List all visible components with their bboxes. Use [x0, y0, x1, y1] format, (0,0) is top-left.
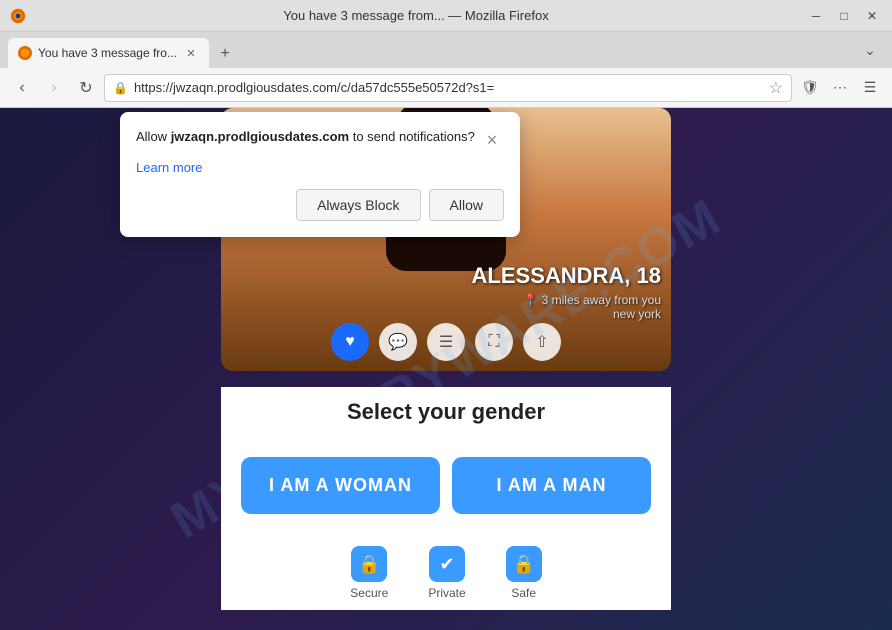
character-location: 📍 3 miles away from younew york — [472, 293, 661, 321]
menu-action-button[interactable]: ☰ — [427, 323, 465, 361]
tab-favicon-icon — [18, 46, 32, 60]
forward-button[interactable]: › — [40, 74, 68, 102]
reload-button[interactable]: ↻ — [72, 74, 100, 102]
maximize-button[interactable]: □ — [832, 4, 856, 28]
popup-domain: jwzaqn.prodlgiousdates.com — [171, 129, 349, 144]
web-content: Allow jwzaqn.prodlgiousdates.com to send… — [0, 108, 892, 630]
tab-title: You have 3 message fro... — [38, 46, 177, 60]
browser-window: You have 3 message from... — Mozilla Fir… — [0, 0, 892, 630]
window-title: You have 3 message from... — Mozilla Fir… — [36, 8, 796, 23]
secure-label: Secure — [350, 586, 388, 600]
safe-icon: 🔒 — [506, 546, 542, 582]
gender-section: Select your gender I AM A WOMAN I AM A M… — [221, 387, 671, 610]
tab-bar-menu-icon[interactable]: ⌄ — [856, 36, 884, 64]
location-pin-icon: 📍 — [523, 293, 538, 307]
bookmark-star-icon[interactable]: ☆ — [769, 78, 783, 98]
heart-action-button[interactable]: ♥ — [331, 323, 369, 361]
safe-label: Safe — [511, 586, 536, 600]
allow-button[interactable]: Allow — [429, 189, 504, 221]
menu-icon[interactable]: ☰ — [856, 74, 884, 102]
popup-title: Allow jwzaqn.prodlgiousdates.com to send… — [136, 128, 475, 146]
url-display: https://jwzaqn.prodlgiousdates.com/c/da5… — [134, 80, 763, 95]
tab-close-button[interactable]: ✕ — [183, 45, 199, 61]
private-label: Private — [428, 586, 465, 600]
always-block-button[interactable]: Always Block — [296, 189, 420, 221]
character-name-overlay: ALESSANDRA, 18 📍 3 miles away from youne… — [472, 263, 661, 321]
chat-action-button[interactable]: 💬 — [379, 323, 417, 361]
i-am-a-woman-button[interactable]: I AM A WOMAN — [241, 457, 440, 514]
i-am-a-man-button[interactable]: I AM A MAN — [452, 457, 651, 514]
active-tab[interactable]: You have 3 message fro... ✕ — [8, 38, 209, 68]
close-button[interactable]: ✕ — [860, 4, 884, 28]
private-badge: ✔ Private — [428, 546, 465, 600]
trust-badges: 🔒 Secure ✔ Private 🔒 Safe — [221, 530, 671, 610]
tab-bar: You have 3 message fro... ✕ + ⌄ — [0, 32, 892, 68]
secure-badge: 🔒 Secure — [350, 546, 388, 600]
popup-title-text: Allow jwzaqn.prodlgiousdates.com to send… — [136, 129, 475, 144]
popup-close-button[interactable]: × — [480, 128, 504, 152]
firefox-logo-icon — [8, 6, 28, 26]
new-tab-button[interactable]: + — [211, 40, 239, 68]
safe-badge: 🔒 Safe — [506, 546, 542, 600]
secure-icon: 🔒 — [351, 546, 387, 582]
title-bar: You have 3 message from... — Mozilla Fir… — [0, 0, 892, 32]
toolbar-icons: 🛡 ⋯ ☰ — [796, 74, 884, 102]
gender-title: Select your gender — [221, 387, 671, 441]
expand-action-button[interactable]: ⛶ — [475, 323, 513, 361]
learn-more-link[interactable]: Learn more — [136, 160, 504, 175]
character-name: ALESSANDRA, 18 — [472, 263, 661, 289]
share-action-button[interactable]: ⇧ — [523, 323, 561, 361]
character-actions: ♥ 💬 ☰ ⛶ ⇧ — [331, 323, 561, 361]
gender-buttons: I AM A WOMAN I AM A MAN — [221, 441, 671, 530]
address-bar: ‹ › ↻ 🔒 https://jwzaqn.prodlgiousdates.c… — [0, 68, 892, 108]
shield-icon[interactable]: 🛡 — [796, 74, 824, 102]
address-input-wrap[interactable]: 🔒 https://jwzaqn.prodlgiousdates.com/c/d… — [104, 74, 792, 102]
back-button[interactable]: ‹ — [8, 74, 36, 102]
popup-buttons: Always Block Allow — [136, 189, 504, 221]
private-icon: ✔ — [429, 546, 465, 582]
notification-popup: Allow jwzaqn.prodlgiousdates.com to send… — [120, 112, 520, 237]
window-controls: ─ □ ✕ — [804, 4, 884, 28]
popup-header: Allow jwzaqn.prodlgiousdates.com to send… — [136, 128, 504, 152]
extensions-icon[interactable]: ⋯ — [826, 74, 854, 102]
security-icon: 🔒 — [113, 81, 128, 95]
minimize-button[interactable]: ─ — [804, 4, 828, 28]
